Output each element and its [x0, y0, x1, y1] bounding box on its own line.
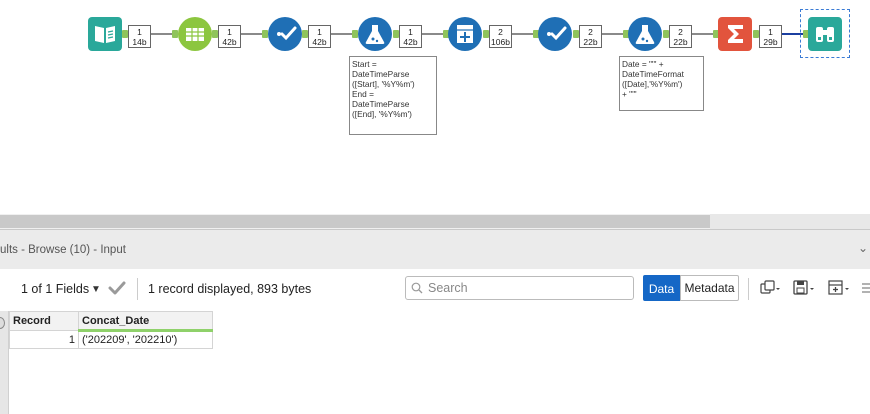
record-count-badge: 2 22b — [669, 25, 692, 48]
workflow-canvas[interactable]: 1 14b 1 42b 1 42b 1 42b Start = DateTime… — [0, 0, 870, 214]
formula-tool[interactable] — [358, 17, 392, 51]
select-tool[interactable] — [268, 17, 302, 51]
menu-icon[interactable] — [862, 282, 870, 296]
record-count-badge: 1 29b — [759, 25, 782, 48]
search-icon — [411, 282, 423, 294]
flask-icon — [635, 25, 655, 44]
flask-icon — [365, 25, 385, 44]
browse-tool[interactable] — [808, 17, 842, 51]
checkmark-icon — [547, 26, 567, 41]
select-tool[interactable] — [538, 17, 572, 51]
divider — [748, 278, 749, 300]
generate-rows-icon — [457, 25, 473, 43]
sigma-icon — [728, 25, 743, 43]
record-count-badge: 1 14b — [128, 25, 151, 48]
columns-icon — [186, 28, 204, 41]
input-data-tool[interactable] — [88, 17, 122, 51]
generate-rows-tool[interactable] — [448, 17, 482, 51]
results-grid[interactable]: Record Concat_Date 1 ('202209', '202210'… — [9, 311, 213, 349]
checkmark-icon[interactable] — [108, 279, 126, 297]
divider — [137, 278, 138, 300]
canvas-horizontal-scrollbar[interactable] — [0, 214, 870, 229]
caret-down-icon[interactable]: ▼ — [91, 284, 101, 295]
record-count-badge: 2 22b — [579, 25, 602, 48]
book-icon — [95, 26, 115, 43]
save-icon[interactable] — [793, 280, 815, 296]
results-panel-header: ults - Browse (10) - Input ⌄ — [0, 229, 870, 269]
search-input[interactable]: Search — [405, 276, 634, 300]
formula-annotation: Date = "'" + DateTimeFormat ([Date],'%Y%… — [619, 56, 704, 111]
results-title: ults - Browse (10) - Input — [0, 244, 126, 256]
data-button[interactable]: Data — [643, 275, 680, 301]
record-count-badge: 1 42b — [399, 25, 422, 48]
fields-selector[interactable]: 1 of 1 Fields — [21, 282, 89, 296]
chevron-down-icon[interactable]: ⌄ — [858, 241, 868, 255]
table-row[interactable]: 1 ('202209', '202210') — [9, 330, 213, 349]
record-info: 1 record displayed, 893 bytes — [148, 282, 312, 296]
formula-tool[interactable] — [628, 17, 662, 51]
summarize-tool[interactable] — [718, 17, 752, 51]
binoculars-icon — [816, 27, 834, 42]
column-header-record[interactable]: Record — [9, 311, 79, 331]
record-count-badge: 1 42b — [308, 25, 331, 48]
formula-annotation: Start = DateTimeParse ([Start], '%Y%m') … — [349, 56, 437, 135]
add-column-icon[interactable] — [828, 280, 850, 296]
record-cell[interactable]: 1 — [9, 330, 79, 349]
copy-icon[interactable] — [760, 280, 780, 296]
checkmark-icon — [277, 26, 297, 41]
scrollbar-thumb[interactable] — [0, 215, 710, 228]
record-count-badge: 1 42b — [218, 25, 241, 48]
pin-icon[interactable] — [0, 317, 5, 329]
results-toolbar: 1 of 1 Fields ▼ 1 record displayed, 893 … — [0, 269, 870, 311]
record-count-badge: 2 106b — [489, 25, 512, 48]
search-placeholder: Search — [428, 281, 468, 295]
column-header-concat-date[interactable]: Concat_Date — [78, 311, 213, 332]
concat-date-cell[interactable]: ('202209', '202210') — [78, 330, 213, 349]
text-to-columns-tool[interactable] — [178, 17, 212, 51]
scrollbar-track[interactable] — [710, 214, 870, 229]
metadata-button[interactable]: Metadata — [680, 275, 739, 301]
